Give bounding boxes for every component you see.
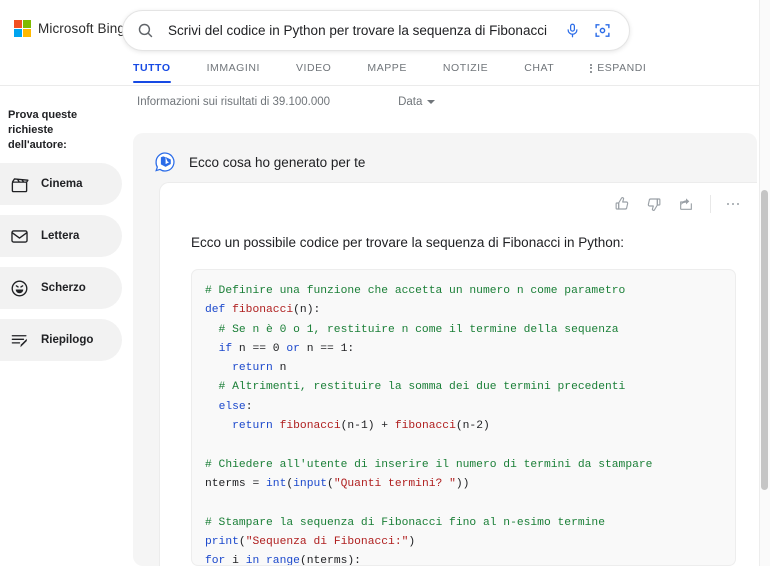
code-line: # Altrimenti, restituire la somma dei du… xyxy=(205,381,626,394)
feedback-actions xyxy=(614,195,739,213)
tab-espandi[interactable]: ESPANDI xyxy=(590,56,646,83)
thumbs-up-icon[interactable] xyxy=(614,196,630,212)
search-box[interactable] xyxy=(122,10,630,51)
code-line: return n xyxy=(232,362,287,375)
tab-tutto[interactable]: TUTTO xyxy=(133,56,171,83)
code-block[interactable]: # Definire una funzione che accetta un n… xyxy=(191,269,736,566)
tab-list: TUTTO IMMAGINI VIDEO MAPPE NOTIZIE CHAT … xyxy=(133,56,646,83)
code-body: # Definire una funzione che accetta un n… xyxy=(205,282,735,566)
sidebar-item-scherzo[interactable]: Scherzo xyxy=(0,267,122,309)
envelope-icon xyxy=(9,226,29,246)
bing-chat-bubble-icon xyxy=(153,150,178,175)
thumbs-down-icon[interactable] xyxy=(646,196,662,212)
feedback-divider xyxy=(709,195,711,213)
answer-intro-text: Ecco un possibile codice per trovare la … xyxy=(191,235,624,250)
chevron-down-icon xyxy=(427,100,436,104)
sidebar-item-label: Lettera xyxy=(41,230,80,242)
page-scrollbar[interactable] xyxy=(759,0,770,566)
tab-video[interactable]: VIDEO xyxy=(296,56,331,83)
sidebar-item-riepilogo[interactable]: Riepilogo xyxy=(0,319,122,361)
code-line: # Stampare la sequenza di Fibonacci fino… xyxy=(205,516,605,529)
search-input[interactable] xyxy=(168,23,565,38)
sidebar-item-cinema[interactable]: Cinema xyxy=(0,163,122,205)
answer-card-title: Ecco cosa ho generato per te xyxy=(189,155,366,170)
answer-card-header: Ecco cosa ho generato per te xyxy=(133,133,757,175)
ai-answer-card: Ecco cosa ho generato per te Ecco un pos… xyxy=(133,133,757,566)
microsoft-logo-icon xyxy=(14,20,31,37)
tab-immagini[interactable]: IMMAGINI xyxy=(207,56,260,83)
logo-square-green xyxy=(23,20,31,28)
answer-inner-card: Ecco un possibile codice per trovare la … xyxy=(159,182,757,566)
microphone-icon[interactable] xyxy=(565,22,580,39)
tab-bar: TUTTO IMMAGINI VIDEO MAPPE NOTIZIE CHAT … xyxy=(0,56,770,86)
results-info-bar: Informazioni sui risultati di 39.100.000… xyxy=(137,96,436,108)
visual-search-icon[interactable] xyxy=(594,22,611,39)
logo-square-red xyxy=(14,20,22,28)
date-filter-label: Data xyxy=(398,96,423,108)
scrollbar-thumb[interactable] xyxy=(761,190,768,490)
code-line: if n == 0 or n == 1: xyxy=(218,342,355,355)
brand-name: Microsoft Bing xyxy=(38,21,125,36)
code-line: print("Sequenza di Fibonacci:") xyxy=(205,535,416,548)
clapperboard-icon xyxy=(9,174,29,194)
logo-square-blue xyxy=(14,29,22,37)
code-line: # Chiedere all'utente di inserire il num… xyxy=(205,458,653,471)
date-filter-dropdown[interactable]: Data xyxy=(398,96,436,108)
more-options-icon[interactable] xyxy=(726,202,739,206)
code-line: for i in range(nterms): xyxy=(205,555,361,566)
logo-square-yellow xyxy=(23,29,31,37)
kebab-menu-icon xyxy=(590,63,593,73)
sidebar: Prova queste richieste dell'autore: Cine… xyxy=(0,108,122,361)
search-actions xyxy=(565,22,611,39)
code-line: return fibonacci(n-1) + fibonacci(n-2) xyxy=(232,420,490,433)
tab-mappe[interactable]: MAPPE xyxy=(367,56,407,83)
sidebar-item-label: Cinema xyxy=(41,178,83,190)
code-line: def fibonacci(n): xyxy=(205,304,321,317)
code-line: # Se n è 0 o 1, restituire n come il ter… xyxy=(205,323,619,336)
sidebar-item-lettera[interactable]: Lettera xyxy=(0,215,122,257)
code-line: # Definire una funzione che accetta un n… xyxy=(205,285,626,297)
sidebar-item-label: Scherzo xyxy=(41,282,86,294)
share-icon[interactable] xyxy=(678,196,694,212)
code-line: nterms = int(input("Quanti termini? ")) xyxy=(205,477,470,490)
search-icon xyxy=(137,22,154,39)
sidebar-title: Prova queste richieste dell'autore: xyxy=(8,109,78,151)
results-count: Informazioni sui risultati di 39.100.000 xyxy=(137,96,331,108)
sidebar-item-label: Riepilogo xyxy=(41,334,94,346)
microsoft-bing-logo[interactable]: Microsoft Bing xyxy=(14,20,125,37)
summary-edit-icon xyxy=(9,330,29,350)
smiley-icon xyxy=(9,278,29,298)
tab-espandi-label: ESPANDI xyxy=(597,62,647,74)
code-line: else: xyxy=(218,400,253,413)
page-header: Microsoft Bing xyxy=(0,0,770,56)
tab-chat[interactable]: CHAT xyxy=(524,56,554,83)
tab-notizie[interactable]: NOTIZIE xyxy=(443,56,488,83)
